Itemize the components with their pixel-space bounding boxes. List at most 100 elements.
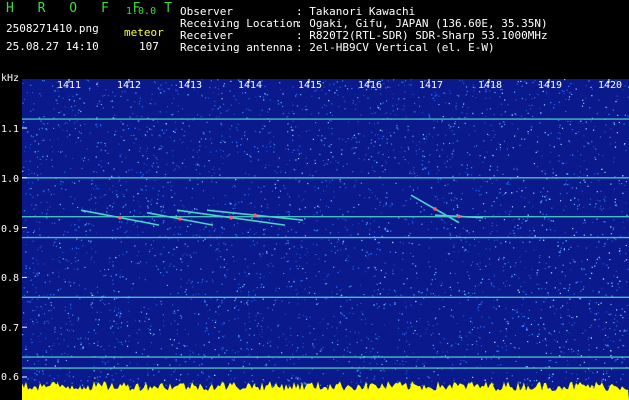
noise-pixel [249,245,251,247]
noise-pixel [217,248,219,250]
noise-pixel [67,345,69,347]
noise-pixel [418,148,421,150]
noise-pixel [589,370,591,372]
noise-pixel [214,228,216,230]
noise-pixel [621,183,623,185]
noise-pixel [560,307,562,309]
noise-pixel [171,114,173,116]
noise-pixel [434,278,436,280]
noise-pixel [519,382,521,384]
noise-pixel [139,206,141,208]
noise-pixel [120,369,122,372]
noise-pixel [175,84,177,86]
noise-pixel [221,283,223,285]
noise-pixel [289,327,292,329]
noise-pixel [537,94,539,96]
noise-pixel [44,281,46,283]
noise-pixel [485,265,487,267]
noise-pixel [113,298,116,300]
noise-pixel [601,168,603,170]
noise-pixel [555,308,557,310]
noise-pixel [50,304,52,306]
noise-pixel [404,159,406,161]
noise-pixel [247,349,250,351]
noise-pixel [522,218,524,220]
noise-pixel [333,266,335,268]
noise-pixel [104,362,106,364]
noise-pixel [585,247,588,249]
noise-pixel [453,378,455,380]
noise-pixel [604,243,606,245]
noise-pixel [208,171,210,173]
noise-pixel [442,197,444,199]
noise-pixel [157,87,160,89]
noise-pixel [475,97,477,99]
noise-pixel [573,203,575,205]
noise-pixel [452,175,454,177]
noise-pixel [422,134,424,136]
noise-pixel [64,171,66,173]
noise-pixel [339,181,341,183]
noise-pixel [374,195,376,197]
noise-pixel [324,137,326,139]
noise-pixel [39,93,41,95]
noise-pixel [126,230,128,232]
noise-pixel [139,261,142,263]
noise-pixel [38,143,40,145]
noise-pixel [248,294,250,296]
noise-pixel [40,245,42,247]
noise-pixel [588,143,590,145]
noise-pixel [274,364,276,366]
noise-pixel [306,262,308,264]
noise-pixel [568,248,570,250]
noise-pixel [384,169,386,171]
noise-pixel [261,128,263,130]
noise-pixel [335,160,337,162]
noise-pixel [175,378,177,380]
noise-pixel [63,114,65,116]
noise-pixel [513,168,515,170]
noise-pixel [473,178,475,181]
noise-pixel [482,291,484,293]
noise-pixel [548,360,550,362]
noise-pixel [114,290,116,292]
noise-pixel [126,365,128,367]
noise-pixel [49,139,51,141]
noise-pixel [465,335,468,337]
noise-pixel [271,190,274,192]
noise-pixel [559,124,561,126]
noise-pixel [491,225,493,227]
noise-pixel [414,175,416,177]
noise-pixel [156,158,158,160]
noise-pixel [244,172,246,175]
noise-pixel [315,254,317,256]
noise-pixel [155,304,158,306]
noise-pixel [360,182,362,184]
noise-pixel [625,149,627,152]
noise-pixel [249,320,251,323]
noise-pixel [431,136,434,138]
noise-pixel [99,376,101,378]
noise-pixel [215,116,217,118]
noise-pixel [339,322,341,324]
noise-pixel [345,141,347,143]
noise-pixel [547,198,549,200]
noise-pixel [585,378,587,380]
noise-pixel [241,138,243,140]
noise-pixel [594,313,596,315]
noise-pixel [146,157,149,159]
noise-pixel [538,283,540,285]
noise-pixel [224,352,226,354]
noise-pixel [300,94,302,96]
noise-pixel [336,327,338,329]
noise-pixel [268,219,270,221]
noise-pixel [376,198,378,200]
noise-pixel [78,226,80,228]
noise-pixel [80,239,83,241]
noise-pixel [222,347,224,349]
noise-pixel [264,167,266,169]
noise-pixel [449,142,451,144]
noise-pixel [243,151,246,153]
noise-pixel [582,288,584,290]
noise-pixel [405,307,407,309]
